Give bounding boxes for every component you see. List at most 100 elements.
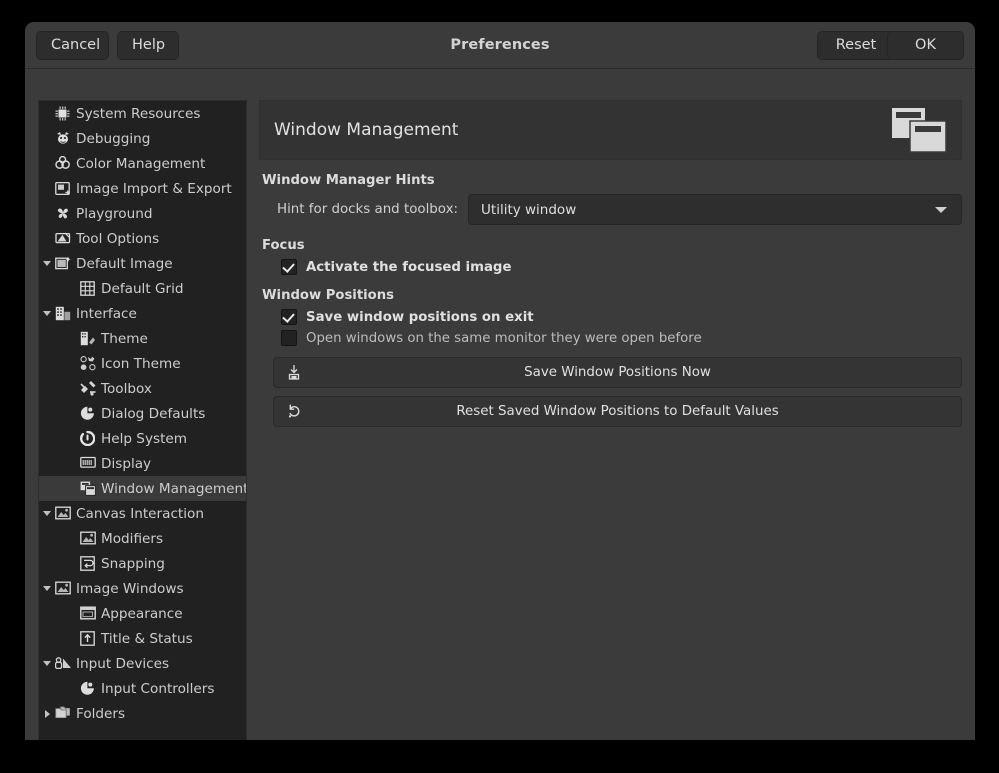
help-system-icon bbox=[80, 431, 100, 447]
bug-icon bbox=[55, 131, 75, 147]
sidebar-item-label: Display bbox=[101, 456, 157, 472]
sidebar-item-color-management[interactable]: Color Management bbox=[39, 151, 246, 176]
sidebar-item-debugging[interactable]: Debugging bbox=[39, 126, 246, 151]
snapping-icon bbox=[80, 556, 100, 572]
save-window-positions-now-button[interactable]: Save Window Positions Now bbox=[273, 357, 962, 388]
sidebar-item-label: Dialog Defaults bbox=[101, 406, 211, 422]
canvas-icon bbox=[55, 506, 75, 522]
reset-button[interactable]: Reset bbox=[817, 31, 895, 60]
sidebar-item-dialog-defaults[interactable]: Dialog Defaults bbox=[39, 401, 246, 426]
sidebar-item-interface[interactable]: Interface bbox=[39, 301, 246, 326]
ok-button[interactable]: OK bbox=[887, 31, 964, 60]
activate-focused-image-label: Activate the focused image bbox=[306, 260, 511, 275]
sidebar-item-system-resources[interactable]: System Resources bbox=[39, 101, 246, 126]
cpu-chip-icon bbox=[55, 106, 75, 122]
sidebar-item-label: Window Management bbox=[101, 481, 247, 497]
interface-icon bbox=[55, 306, 75, 322]
sidebar-item-image-import-export[interactable]: Image Import & Export bbox=[39, 176, 246, 201]
image-windows-icon bbox=[55, 581, 75, 597]
expander-down-icon[interactable] bbox=[39, 661, 55, 666]
sidebar-item-label: Icon Theme bbox=[101, 356, 187, 372]
sidebar-item-label: Snapping bbox=[101, 556, 171, 572]
sidebar-item-label: Theme bbox=[101, 331, 154, 347]
activate-focused-image-checkbox[interactable] bbox=[281, 259, 297, 275]
sidebar-item-display[interactable]: Display bbox=[39, 451, 246, 476]
section-title-wm-hints: Window Manager Hints bbox=[262, 173, 962, 188]
sidebar-item-label: Modifiers bbox=[101, 531, 169, 547]
chevron-down-icon bbox=[935, 207, 947, 213]
sidebar-item-label: Folders bbox=[76, 706, 131, 722]
sidebar-item-icon-theme[interactable]: Icon Theme bbox=[39, 351, 246, 376]
sidebar-item-label: Color Management bbox=[76, 156, 211, 172]
expander-right-icon[interactable] bbox=[39, 710, 55, 718]
sidebar-item-label: Toolbox bbox=[101, 381, 158, 397]
save-window-positions-label: Save window positions on exit bbox=[306, 310, 534, 325]
sidebar-item-canvas-interaction[interactable]: Canvas Interaction bbox=[39, 501, 246, 526]
sidebar-item-label: Title & Status bbox=[101, 631, 199, 647]
window-management-icon bbox=[891, 101, 947, 159]
expander-down-icon[interactable] bbox=[39, 261, 55, 266]
preferences-category-tree[interactable]: System ResourcesDebugging Color Managemen… bbox=[38, 100, 247, 740]
pinwheel-icon bbox=[55, 206, 75, 222]
revert-arrow-icon bbox=[286, 404, 302, 420]
sidebar-item-input-devices[interactable]: Input Devices bbox=[39, 651, 246, 676]
page-title: Window Management bbox=[274, 101, 458, 159]
sidebar-item-help-system[interactable]: Help System bbox=[39, 426, 246, 451]
sidebar-item-toolbox[interactable]: Toolbox bbox=[39, 376, 246, 401]
hint-for-docks-value: Utility window bbox=[481, 202, 576, 218]
activate-focused-image-checkbox-row[interactable]: Activate the focused image bbox=[281, 259, 962, 275]
sidebar-item-title-status[interactable]: Title & Status bbox=[39, 626, 246, 651]
sidebar-item-default-grid[interactable]: Default Grid bbox=[39, 276, 246, 301]
open-same-monitor-checkbox-row[interactable]: Open windows on the same monitor they we… bbox=[281, 330, 962, 346]
import-export-icon bbox=[55, 181, 75, 197]
sidebar-item-label: Appearance bbox=[101, 606, 189, 622]
window-management-icon bbox=[80, 481, 100, 497]
display-icon bbox=[80, 456, 100, 472]
color-wheel-icon bbox=[55, 156, 75, 172]
hint-for-docks-row: Hint for docks and toolbox: Utility wind… bbox=[277, 194, 962, 225]
modifiers-icon bbox=[80, 531, 100, 547]
icon-theme-icon bbox=[80, 356, 100, 372]
sidebar-item-window-management[interactable]: Window Management bbox=[39, 476, 246, 501]
sidebar-item-tool-options[interactable]: Tool Options bbox=[39, 226, 246, 251]
sidebar-item-snapping[interactable]: Snapping bbox=[39, 551, 246, 576]
sidebar-item-theme[interactable]: Theme bbox=[39, 326, 246, 351]
sidebar-item-label: Playground bbox=[76, 206, 158, 222]
tool-options-icon bbox=[55, 231, 75, 247]
sidebar-item-label: Canvas Interaction bbox=[76, 506, 210, 522]
default-image-icon bbox=[55, 256, 75, 272]
input-devices-icon bbox=[55, 656, 75, 672]
toolbox-icon bbox=[80, 381, 100, 397]
sidebar-item-label: Input Controllers bbox=[101, 681, 220, 697]
page-header: Window Management bbox=[259, 100, 962, 160]
theme-icon bbox=[80, 331, 100, 347]
grid-icon bbox=[80, 281, 100, 297]
sidebar-item-appearance[interactable]: Appearance bbox=[39, 601, 246, 626]
sidebar-item-playground[interactable]: Playground bbox=[39, 201, 246, 226]
reset-saved-window-positions-button[interactable]: Reset Saved Window Positions to Default … bbox=[273, 396, 962, 427]
sidebar-item-input-controllers[interactable]: Input Controllers bbox=[39, 676, 246, 701]
expander-down-icon[interactable] bbox=[39, 311, 55, 316]
input-controllers-icon bbox=[80, 681, 100, 697]
open-same-monitor-checkbox[interactable] bbox=[281, 330, 297, 346]
sidebar-item-default-image[interactable]: Default Image bbox=[39, 251, 246, 276]
sidebar-item-label: Input Devices bbox=[76, 656, 175, 672]
sidebar-item-label: Tool Options bbox=[76, 231, 165, 247]
sidebar-item-label: Default Grid bbox=[101, 281, 190, 297]
preferences-dialog: Cancel Help Preferences Reset OK System … bbox=[25, 22, 975, 740]
section-title-focus: Focus bbox=[262, 238, 962, 253]
dialog-titlebar: Cancel Help Preferences Reset OK bbox=[25, 22, 975, 69]
sidebar-item-folders[interactable]: Folders bbox=[39, 701, 246, 726]
sidebar-item-label: Image Import & Export bbox=[76, 181, 238, 197]
sidebar-item-image-windows[interactable]: Image Windows bbox=[39, 576, 246, 601]
open-same-monitor-label: Open windows on the same monitor they we… bbox=[306, 331, 702, 346]
expander-down-icon[interactable] bbox=[39, 511, 55, 516]
sidebar-item-modifiers[interactable]: Modifiers bbox=[39, 526, 246, 551]
dialog-body: System ResourcesDebugging Color Managemen… bbox=[25, 70, 975, 740]
save-download-icon bbox=[286, 365, 302, 381]
save-window-positions-checkbox-row[interactable]: Save window positions on exit bbox=[281, 309, 962, 325]
sidebar-item-label: Interface bbox=[76, 306, 143, 322]
hint-for-docks-dropdown[interactable]: Utility window bbox=[468, 194, 962, 225]
expander-down-icon[interactable] bbox=[39, 586, 55, 591]
save-window-positions-checkbox[interactable] bbox=[281, 309, 297, 325]
